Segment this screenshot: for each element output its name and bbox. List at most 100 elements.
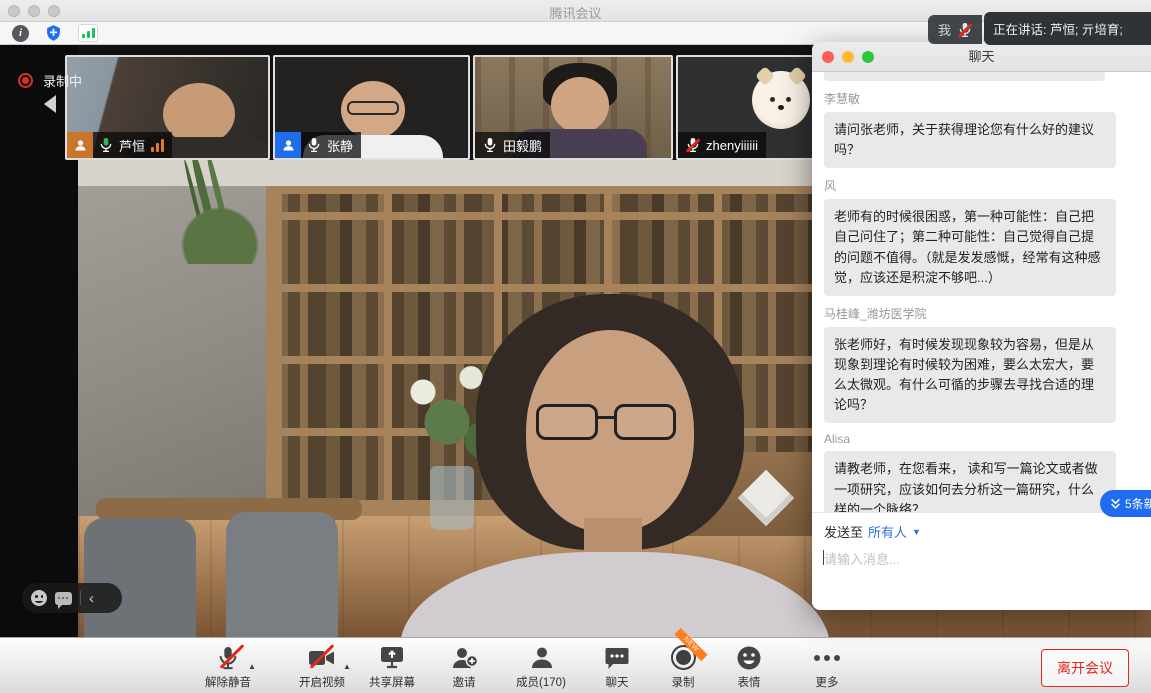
participant-thumbnail[interactable]: 田毅鹏 (473, 55, 673, 160)
share-screen-icon (378, 644, 406, 671)
chat-message-bubble: 老师有的时候很困惑，第一种可能性：自己把自己问住了；第二种可能性：自己觉得自己提… (824, 199, 1116, 296)
members-icon (528, 644, 554, 671)
chat-sender: Alisa (824, 432, 1139, 446)
chevron-left-icon[interactable]: ‹ (89, 591, 94, 606)
network-quality-icon[interactable] (78, 24, 98, 42)
participant-namebar: 张静 (275, 132, 361, 158)
share-screen-label: 共享屏幕 (369, 674, 415, 690)
send-to-label: 发送至 (824, 522, 863, 541)
presenter-badge-icon (67, 132, 93, 158)
speaker-glasses (614, 404, 676, 440)
video-options-caret[interactable]: ▲ (343, 662, 351, 671)
chat-sender: 李慧敏 (824, 90, 1139, 107)
more-icon (814, 644, 840, 671)
chat-message-bubble: 请教老师，在您看来， 读和写一篇论文或者做一项研究，应该如何去分析这一篇研究，什… (824, 451, 1116, 512)
send-to-selector[interactable]: 所有人 (868, 522, 907, 541)
chat-close-button[interactable] (822, 51, 834, 63)
participant-namebar: zhenyiiiiii (678, 132, 766, 158)
start-video-label: 开启视频 (299, 674, 345, 690)
record-label: 录制 (672, 674, 695, 690)
chat-window-controls[interactable] (822, 51, 874, 63)
invite-icon (451, 644, 478, 671)
more-label: 更多 (816, 674, 839, 690)
chat-button[interactable]: 聊天 (579, 644, 655, 690)
participant-name: 张静 (327, 136, 353, 155)
participant-thumbnail[interactable]: 张静 (273, 55, 470, 160)
collapse-panel-arrow[interactable] (44, 95, 56, 113)
emoji-button[interactable]: 表情 (711, 644, 787, 690)
chat-icon (604, 644, 630, 671)
scene-plant (174, 200, 266, 264)
members-button[interactable]: 成员(170) (501, 644, 581, 690)
meeting-security-shield-icon[interactable] (45, 24, 62, 42)
mic-muted-icon (217, 644, 239, 671)
tencent-meeting-window: 腾讯会议 i (0, 0, 1151, 693)
double-chevron-down-icon (1109, 497, 1122, 511)
now-speaking-text: 正在讲话: 芦恒; 亓培育; (993, 19, 1123, 38)
mic-on-icon (483, 137, 497, 153)
chat-sender: 马桂峰_潍坊医学院 (824, 305, 1139, 322)
participant-thumbnail[interactable]: 芦恒 (65, 55, 270, 160)
chat-zoom-button[interactable] (862, 51, 874, 63)
chat-titlebar: 聊天 (812, 42, 1151, 72)
dog-avatar (752, 71, 810, 129)
reactions-pill: ‹ (22, 583, 122, 613)
my-audio-status-pill: 我 (928, 15, 982, 44)
participant-namebar: 芦恒 (67, 132, 172, 158)
new-messages-badge[interactable]: 5条新消息 (1100, 490, 1151, 517)
member-badge-icon (275, 132, 301, 158)
scene-chair (226, 512, 338, 637)
participant-figure (551, 77, 609, 133)
participant-figure (347, 101, 399, 115)
text-caret (823, 550, 824, 565)
chat-input[interactable] (824, 549, 1139, 601)
scene-vase (430, 466, 474, 530)
chat-input-wrap (812, 541, 1151, 606)
chat-minimize-button[interactable] (842, 51, 854, 63)
recording-dot-icon (18, 73, 33, 88)
mic-on-icon (99, 137, 113, 153)
divider (80, 591, 81, 605)
participant-name: 芦恒 (119, 136, 145, 155)
participant-figure (163, 83, 235, 145)
chat-window: 聊天 李慧敏 请问张老师，关于获得理论您有什么好的建议吗？ 风 老师有的时候很困… (812, 42, 1151, 610)
recording-label: 录制中 (43, 71, 82, 90)
me-label: 我 (938, 20, 951, 39)
speaker-glasses-bridge (596, 416, 616, 419)
now-speaking-pill: 正在讲话: 芦恒; 亓培育; (984, 12, 1151, 45)
camera-off-icon (307, 644, 337, 671)
emoji-reaction-icon[interactable] (31, 590, 47, 606)
chat-label: 聊天 (606, 674, 629, 690)
unmute-label: 解除静音 (205, 674, 251, 690)
new-messages-label: 5条新消息 (1125, 495, 1151, 512)
meeting-info-icon[interactable]: i (12, 25, 29, 42)
participant-name: zhenyiiiiii (706, 138, 758, 153)
members-label: 成员(170) (516, 674, 566, 690)
chat-message-bubble: 请问张老师，关于获得理论您有什么好的建议吗？ (824, 112, 1116, 168)
emoji-label: 表情 (738, 674, 761, 690)
record-button[interactable]: NEW 录制 (645, 644, 721, 690)
participant-name: 田毅鹏 (503, 136, 542, 155)
chat-message-list[interactable]: 李慧敏 请问张老师，关于获得理论您有什么好的建议吗？ 风 老师有的时候很困惑，第… (812, 72, 1151, 512)
invite-label: 邀请 (453, 674, 476, 690)
send-to-row: 发送至 所有人 ▼ (812, 513, 1151, 541)
audio-options-caret[interactable]: ▲ (248, 662, 256, 671)
chat-compose-area: 发送至 所有人 ▼ (812, 512, 1151, 610)
chevron-down-icon[interactable]: ▼ (912, 527, 921, 537)
scene-chair (84, 518, 196, 637)
record-icon: NEW (671, 644, 696, 671)
chat-message-bubble: 张老师好，有时候发现现象较为容易，但是从现象到理论有时候较为困难，要么太宏大，要… (824, 327, 1116, 424)
emoji-icon (736, 644, 762, 671)
chat-message-partial (824, 72, 1105, 81)
leave-meeting-button[interactable]: 离开会议 (1041, 649, 1129, 687)
share-screen-button[interactable]: 共享屏幕 (354, 644, 430, 690)
mic-on-icon (307, 137, 321, 153)
participant-namebar: 田毅鹏 (475, 132, 550, 158)
mic-muted-icon (958, 22, 972, 38)
chat-sender: 风 (824, 177, 1139, 194)
recording-indicator: 录制中 (18, 71, 82, 90)
mic-muted-icon (686, 137, 700, 153)
more-button[interactable]: 更多 (789, 644, 865, 690)
invite-button[interactable]: 邀请 (426, 644, 502, 690)
chat-bubble-icon[interactable] (55, 592, 72, 605)
